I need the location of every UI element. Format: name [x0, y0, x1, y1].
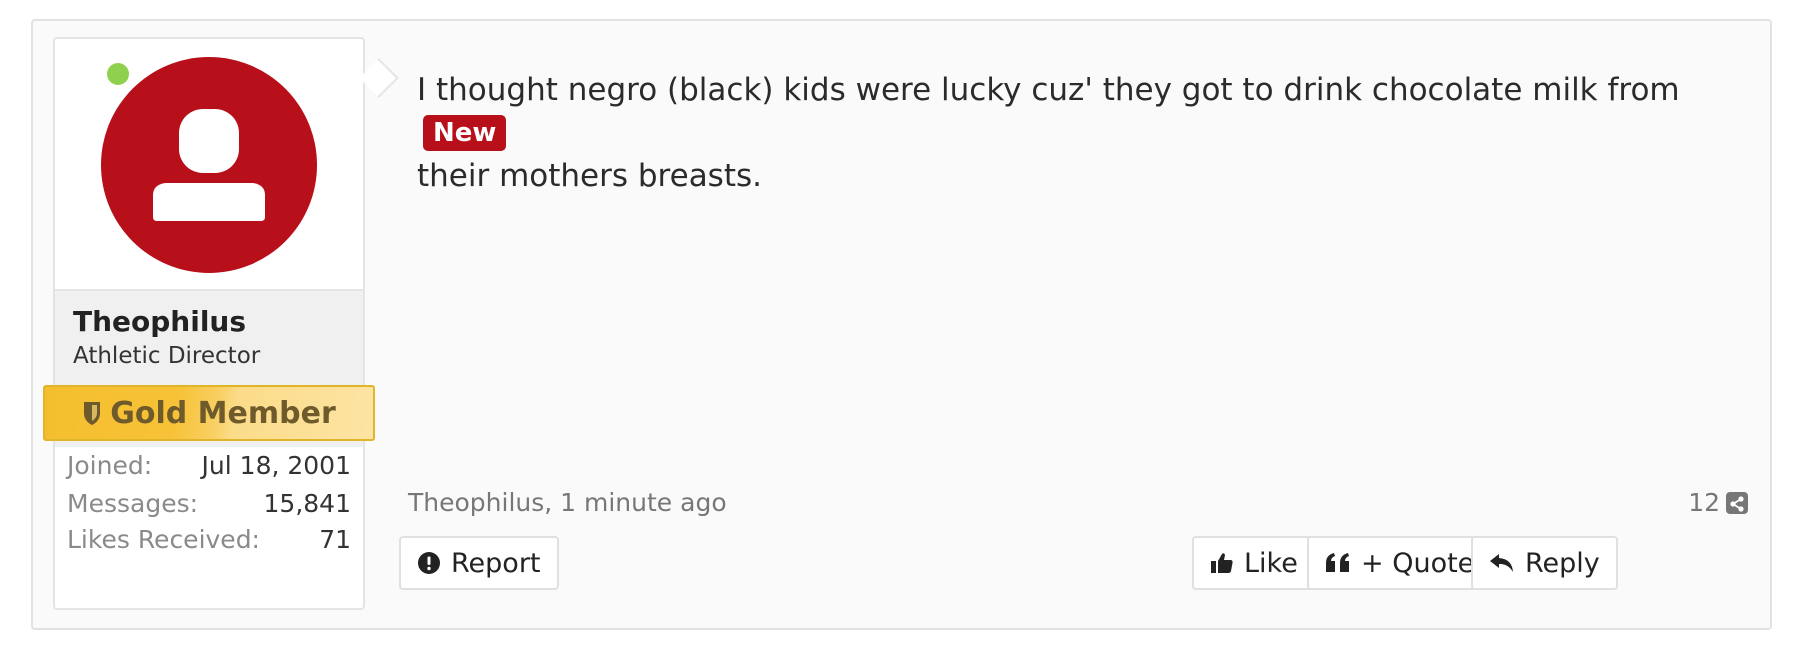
stat-row-joined: Joined: Jul 18, 2001	[67, 451, 351, 485]
like-label: Like	[1244, 547, 1298, 579]
new-badge: New	[423, 115, 507, 151]
thumbs-up-icon	[1211, 553, 1233, 573]
member-banner-label: Gold Member	[110, 395, 336, 431]
stat-row-likes-received: Likes Received: 71	[67, 525, 351, 559]
username[interactable]: Theophilus	[73, 305, 246, 338]
like-button[interactable]: Like	[1192, 536, 1316, 590]
report-label: Report	[451, 547, 541, 579]
stat-row-messages: Messages: 15,841	[67, 489, 351, 523]
member-banner: Gold Member	[43, 385, 375, 441]
user-card: Theophilus Athletic Director Gold Member…	[43, 37, 375, 610]
exclamation-circle-icon	[418, 552, 440, 574]
message-text: I thought negro (black) kids were lucky …	[417, 72, 1680, 108]
share-icon	[1726, 491, 1748, 514]
reply-icon	[1490, 554, 1513, 572]
message-body: I thought negro (black) kids were lucky …	[417, 69, 1757, 198]
quote-icon	[1326, 553, 1349, 572]
post-byline[interactable]: Theophilus, 1 minute ago	[408, 488, 727, 517]
online-status-indicator	[107, 63, 129, 85]
shield-icon	[84, 402, 101, 425]
report-button[interactable]: Report	[399, 536, 559, 590]
forum-post: Theophilus Athletic Director Gold Member…	[31, 19, 1772, 630]
stat-value: 71	[319, 525, 351, 554]
reply-label: Reply	[1525, 547, 1600, 579]
user-meta: Theophilus Athletic Director Gold Member	[43, 289, 375, 447]
quote-label: + Quote	[1361, 547, 1475, 579]
quote-button[interactable]: + Quote	[1307, 536, 1493, 590]
stat-value: Jul 18, 2001	[201, 451, 351, 480]
stat-label: Likes Received:	[67, 525, 260, 554]
reply-button[interactable]: Reply	[1471, 536, 1618, 590]
user-title: Athletic Director	[73, 343, 261, 369]
share-link[interactable]: 12	[1688, 488, 1748, 517]
post-number: 12	[1688, 488, 1720, 517]
default-user-icon	[153, 109, 265, 221]
stat-label: Messages:	[67, 489, 199, 518]
stat-label: Joined:	[67, 451, 153, 480]
stat-value[interactable]: 15,841	[264, 489, 351, 518]
message-text-continued: their mothers breasts.	[417, 158, 762, 194]
avatar-area	[55, 39, 363, 289]
avatar[interactable]	[101, 57, 317, 273]
